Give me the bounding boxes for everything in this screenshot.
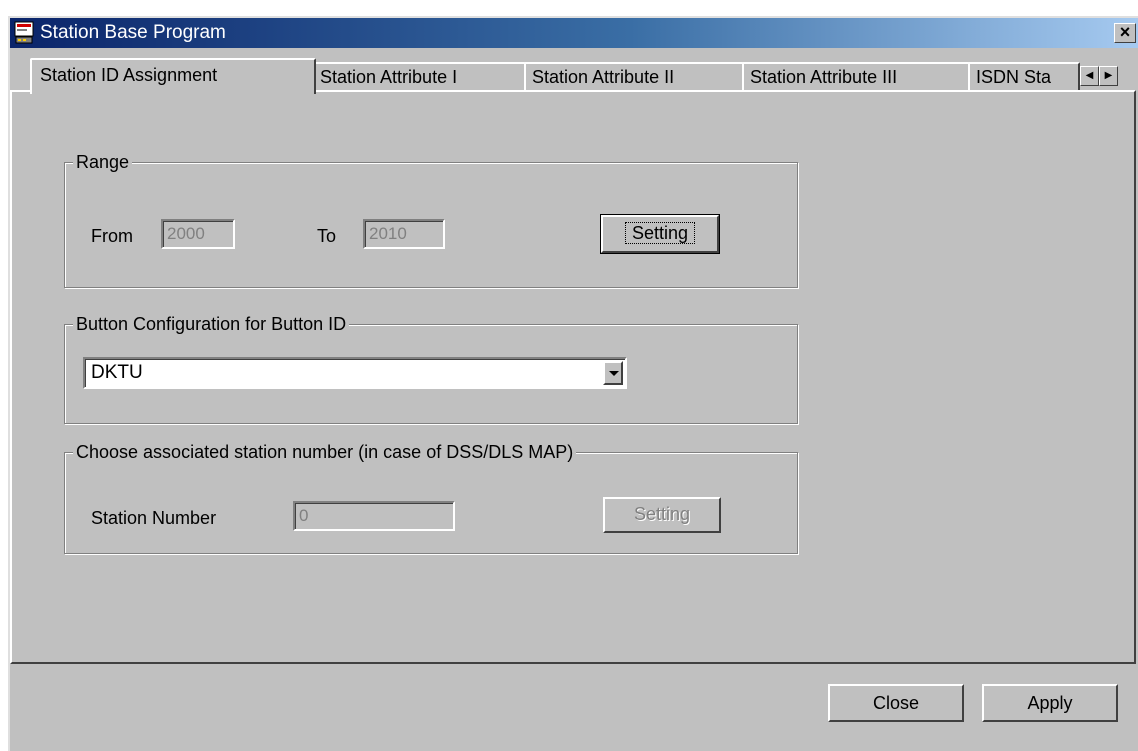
button-config-legend: Button Configuration for Button ID [73,313,350,335]
button-config-group: Button Configuration for Button ID DKTU [64,313,798,424]
close-window-button[interactable]: × [1114,23,1136,43]
dialog-window: Station Base Program × Station ID Assign… [8,16,1138,751]
to-value: 2010 [369,224,407,243]
tab-strip: Station ID Assignment Station Attribute … [10,48,1138,94]
close-button-label: Close [872,693,920,713]
from-label: From [91,226,133,246]
arrow-left-icon: ◀ [1085,70,1094,81]
close-button[interactable]: Close [828,684,964,722]
tab-scroll-right-button[interactable]: ▶ [1099,66,1118,86]
assoc-setting-button[interactable]: Setting [603,497,721,533]
chevron-down-icon[interactable] [603,361,623,385]
apply-button[interactable]: Apply [982,684,1118,722]
from-value: 2000 [167,224,205,243]
window-title: Station Base Program [40,22,226,43]
tab-station-attribute-i[interactable]: Station Attribute I [312,62,526,92]
station-number-label: Station Number [91,508,217,528]
tab-isdn-station[interactable]: ISDN Sta [968,62,1080,92]
tab-station-id-assignment[interactable]: Station ID Assignment [30,58,316,94]
arrow-right-icon: ▶ [1104,70,1113,81]
tab-station-attribute-iii[interactable]: Station Attribute III [742,62,970,92]
station-number-field[interactable]: 0 [293,501,455,531]
tab-station-attribute-ii[interactable]: Station Attribute II [524,62,744,92]
range-legend: Range [73,151,133,173]
close-icon: × [1119,22,1131,42]
tab-label: Station Attribute III [750,67,898,87]
tab-label: Station ID Assignment [40,65,218,85]
tab-label: Station Attribute I [320,67,458,87]
assoc-station-group: Choose associated station number (in cas… [64,441,798,554]
range-group: Range From 2000 To 2010 Setting [64,151,798,288]
setting-label: Setting [624,222,696,244]
tab-label: Station Attribute II [532,67,675,87]
tab-scroll-left-button[interactable]: ◀ [1080,66,1099,86]
title-bar[interactable]: Station Base Program × [10,18,1138,48]
station-number-value: 0 [299,506,309,525]
setting-label: Setting [633,504,691,524]
dropdown-selected-value: DKTU [91,362,143,383]
apply-button-label: Apply [1027,693,1073,713]
assoc-legend: Choose associated station number (in cas… [73,441,577,463]
app-icon [14,21,34,44]
button-id-dropdown[interactable]: DKTU [83,357,627,389]
tab-panel: Range From 2000 To 2010 Setting Button C… [10,90,1136,664]
tab-label: ISDN Sta [976,67,1052,87]
to-field[interactable]: 2010 [363,219,445,249]
to-label: To [317,226,337,246]
from-field[interactable]: 2000 [161,219,235,249]
range-setting-button[interactable]: Setting [600,214,720,254]
